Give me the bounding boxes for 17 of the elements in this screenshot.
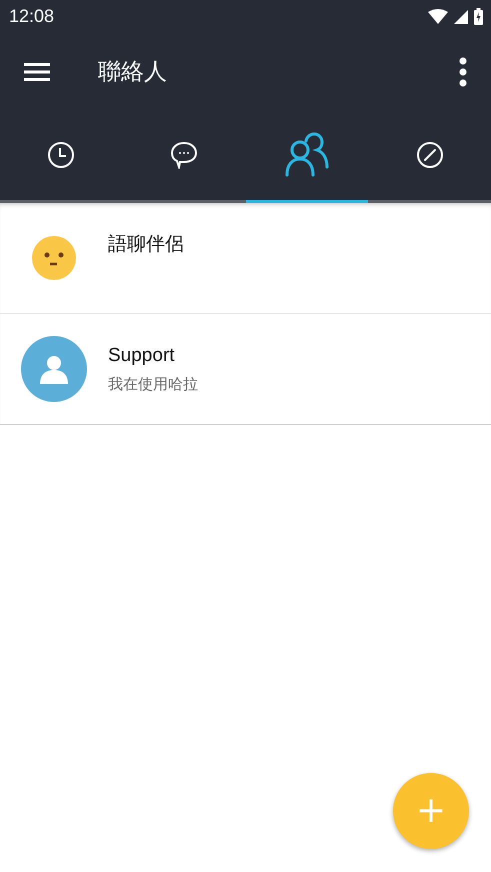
signal-icon <box>454 10 468 24</box>
chat-bubble-icon <box>170 141 198 169</box>
battery-icon <box>474 8 483 25</box>
contact-name: 語聊伴侶 <box>108 233 184 257</box>
compass-icon <box>416 141 444 169</box>
wifi-icon <box>428 9 448 24</box>
status-time: 12:08 <box>9 6 54 27</box>
more-options-icon[interactable] <box>459 56 467 86</box>
menu-icon[interactable] <box>24 62 50 80</box>
contact-status: 我在使用哈拉 <box>108 374 198 394</box>
clock-icon <box>47 141 76 169</box>
people-icon <box>284 132 330 178</box>
add-button[interactable]: + <box>393 773 469 849</box>
smiley-avatar <box>31 235 77 281</box>
contact-name: Support <box>108 344 176 366</box>
screen-title: 聯絡人 <box>98 58 168 87</box>
person-avatar <box>21 336 87 402</box>
